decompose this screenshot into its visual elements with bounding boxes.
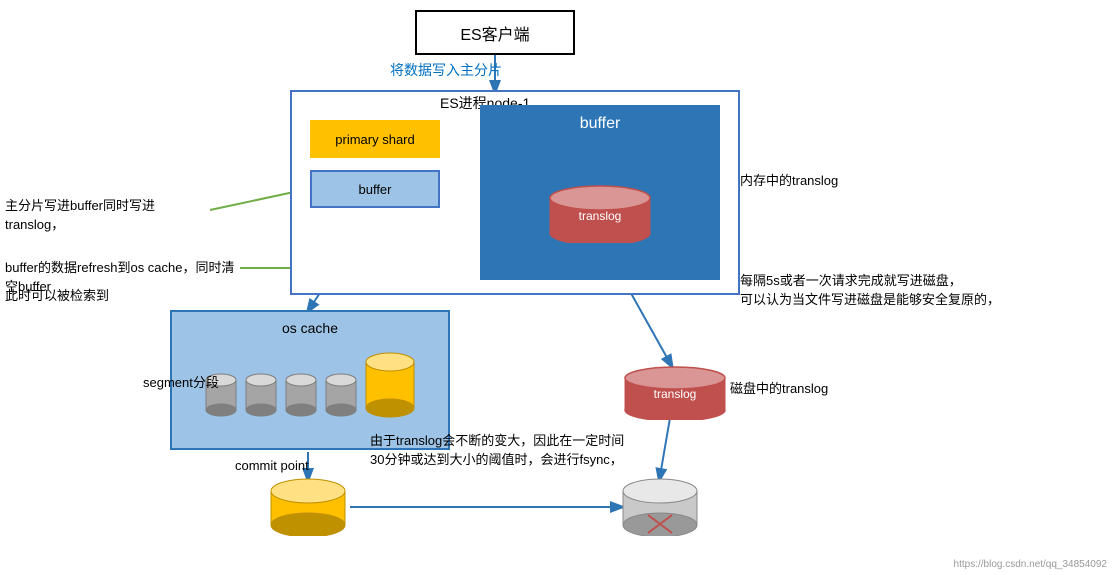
translog-cylinder-svg: translog	[545, 183, 655, 243]
cylinder-small-2	[243, 366, 279, 421]
cylinders-row	[203, 346, 417, 421]
cylinder-small-3	[283, 366, 319, 421]
right-bottom-disk-svg	[620, 478, 700, 536]
label-translog-grows: 由于translog会不断的变大，因此在一定时间 30分钟或达到大小的阈值时，会…	[370, 430, 670, 468]
cylinder-small-4	[323, 366, 359, 421]
primary-shard-label: primary shard	[335, 132, 414, 147]
buffer-inner-box: buffer	[310, 170, 440, 208]
svg-text:translog: translog	[579, 209, 622, 223]
es-client-label: ES客户端	[460, 21, 529, 45]
os-cache-label: os cache	[282, 320, 338, 336]
label-every5s-line2: 可以认为当文件写进磁盘是能够安全复原的，	[740, 289, 1040, 308]
right-bottom-disk	[620, 478, 700, 534]
label-memory-translog: 内存中的translog	[740, 170, 838, 189]
diagram-container: ES客户端 将数据写入主分片 ES进程node-1 primary shard …	[0, 0, 1112, 575]
label-every5s-line1: 每隔5s或者一次请求完成就写进磁盘，	[740, 270, 1040, 289]
buffer-inner-label: buffer	[358, 182, 391, 197]
commit-disk-svg	[268, 478, 348, 536]
es-client-box: ES客户端	[415, 10, 575, 55]
cylinder-large-yellow	[363, 346, 417, 421]
label-write-primary: 将数据写入主分片	[390, 60, 502, 80]
right-panel: buffer translog	[480, 105, 720, 280]
primary-shard-box: primary shard	[310, 120, 440, 158]
label-primary-writes: 主分片写进buffer同时写进translog，	[5, 195, 205, 233]
commit-disk-large	[268, 478, 348, 534]
translog-disk-container: translog	[620, 365, 720, 415]
translog-disk-svg: translog	[620, 365, 730, 420]
label-translog-grows-line1: 由于translog会不断的变大，因此在一定时间	[370, 430, 670, 449]
svg-text:translog: translog	[654, 387, 697, 401]
label-translog-grows-line2: 30分钟或达到大小的阈值时，会进行fsync，	[370, 449, 670, 468]
label-every5s: 每隔5s或者一次请求完成就写进磁盘， 可以认为当文件写进磁盘是能够安全复原的，	[740, 270, 1040, 308]
label-disk-translog: 磁盘中的translog	[730, 378, 828, 397]
label-segment: segment分段	[143, 372, 219, 391]
watermark: https://blog.csdn.net/qq_34854092	[954, 559, 1107, 570]
label-can-be-searched: 此时可以被检索到	[5, 285, 235, 304]
label-commit-point: commit point	[235, 458, 309, 473]
right-panel-buffer-label: buffer	[580, 115, 621, 133]
